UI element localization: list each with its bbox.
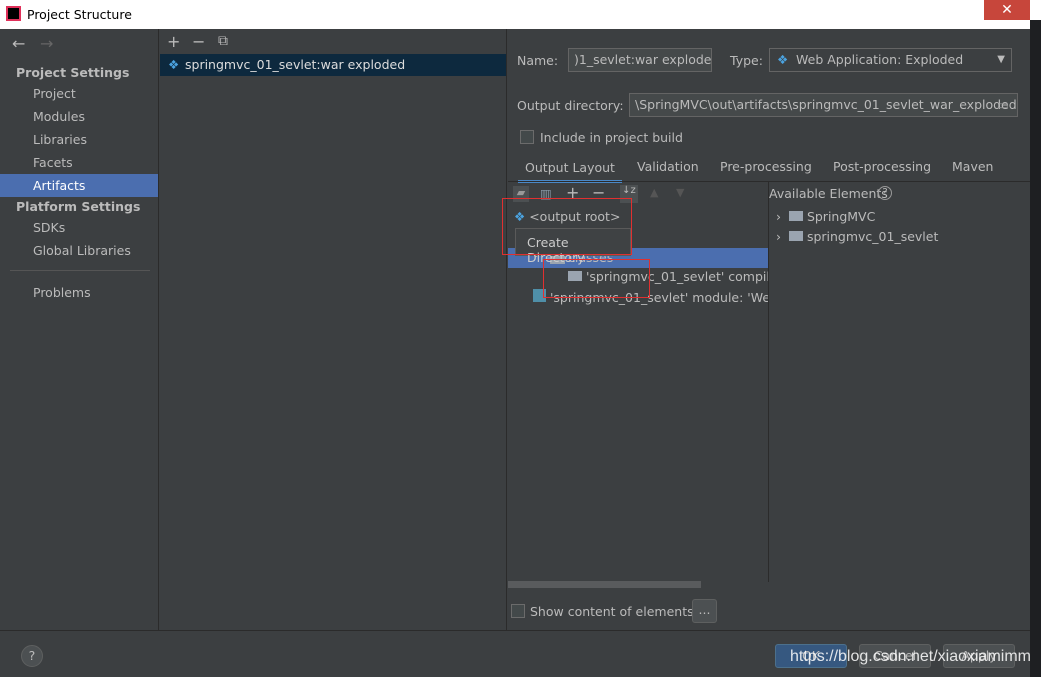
- move-down-button[interactable]: ▼: [676, 186, 684, 199]
- type-select[interactable]: ❖ Web Application: Exploded ▼: [769, 48, 1012, 72]
- module-icon: [788, 211, 803, 221]
- title-bar: Project Structure ✕: [0, 0, 1041, 29]
- available-label: SpringMVC: [806, 209, 876, 224]
- chevron-down-icon: ▼: [997, 54, 1005, 65]
- available-item-springmvc-01-sevlet[interactable]: › springmvc_01_sevlet: [776, 229, 938, 244]
- sidebar: ← → Project Settings Project Modules Lib…: [0, 29, 159, 630]
- project-settings-heading: Project Settings: [16, 65, 130, 80]
- more-button[interactable]: ...: [692, 599, 717, 623]
- highlight-box: [543, 259, 650, 298]
- sidebar-item-problems[interactable]: Problems: [0, 281, 158, 304]
- watermark: https://blog.csdn.net/xiaoxiamimm: [790, 648, 1031, 665]
- window-edge: [1030, 20, 1041, 677]
- tab-pre-processing[interactable]: Pre-processing: [720, 159, 812, 183]
- help-icon[interactable]: ?: [878, 186, 892, 200]
- help-button[interactable]: ?: [21, 645, 43, 667]
- platform-settings-heading: Platform Settings: [16, 199, 141, 214]
- chevron-right-icon: ›: [776, 229, 781, 244]
- output-layout-tree: ❖ <output root> ⌄ classes 'springmvc_01_…: [502, 198, 768, 607]
- back-button[interactable]: ←: [12, 34, 25, 53]
- output-directory-label: Output directory:: [517, 98, 624, 113]
- sidebar-item-sdks[interactable]: SDKs: [0, 216, 158, 239]
- sidebar-item-libraries[interactable]: Libraries: [0, 128, 158, 151]
- type-value: Web Application: Exploded: [796, 52, 964, 67]
- divider: [508, 181, 1030, 182]
- sidebar-item-facets[interactable]: Facets: [0, 151, 158, 174]
- close-button[interactable]: ✕: [984, 0, 1030, 20]
- artifact-label: springmvc_01_sevlet:war exploded: [185, 57, 406, 72]
- divider: [768, 182, 769, 582]
- sidebar-item-global-libraries[interactable]: Global Libraries: [0, 239, 158, 262]
- include-in-build-checkbox[interactable]: [520, 130, 534, 144]
- divider: [10, 270, 150, 271]
- highlight-box: [502, 198, 632, 255]
- chevron-right-icon: ›: [776, 209, 781, 224]
- horizontal-scrollbar[interactable]: [508, 581, 701, 588]
- remove-artifact-button[interactable]: −: [192, 32, 205, 51]
- tab-post-processing[interactable]: Post-processing: [833, 159, 931, 183]
- sidebar-item-project[interactable]: Project: [0, 82, 158, 105]
- artifact-icon: ❖: [168, 57, 180, 72]
- sidebar-item-modules[interactable]: Modules: [0, 105, 158, 128]
- move-up-button[interactable]: ▲: [650, 186, 658, 199]
- name-input[interactable]: )1_sevlet:war exploded: [568, 48, 712, 72]
- tab-validation[interactable]: Validation: [637, 159, 699, 183]
- artifact-list-panel: + − ⧉ ❖ springmvc_01_sevlet:war exploded: [160, 29, 507, 630]
- module-icon: [788, 231, 803, 241]
- available-elements-label: Available Elements: [769, 186, 888, 201]
- artifact-item[interactable]: ❖ springmvc_01_sevlet:war exploded: [160, 54, 506, 76]
- copy-artifact-button[interactable]: ⧉: [218, 33, 228, 49]
- add-artifact-button[interactable]: +: [167, 32, 180, 51]
- type-label: Type:: [730, 53, 763, 68]
- sidebar-item-artifacts[interactable]: Artifacts: [0, 174, 158, 197]
- artifact-details: Name: )1_sevlet:war exploded Type: ❖ Web…: [502, 29, 1030, 630]
- web-app-icon: ❖: [777, 52, 789, 67]
- include-in-build-label: Include in project build: [540, 130, 683, 145]
- tab-maven[interactable]: Maven: [952, 159, 993, 183]
- show-content-label: Show content of elements: [530, 604, 694, 619]
- show-content-checkbox[interactable]: [511, 604, 525, 618]
- window-title: Project Structure: [27, 7, 132, 22]
- output-directory-input[interactable]: \SpringMVC\out\artifacts\springmvc_01_se…: [629, 93, 1018, 117]
- forward-button[interactable]: →: [40, 34, 53, 53]
- tab-output-layout[interactable]: Output Layout: [518, 159, 622, 183]
- folder-browse-icon[interactable]: ▭: [997, 97, 1009, 112]
- app-icon: [6, 6, 21, 21]
- available-item-springmvc[interactable]: › SpringMVC: [776, 209, 875, 224]
- available-label: springmvc_01_sevlet: [806, 229, 939, 244]
- name-label: Name:: [517, 53, 559, 68]
